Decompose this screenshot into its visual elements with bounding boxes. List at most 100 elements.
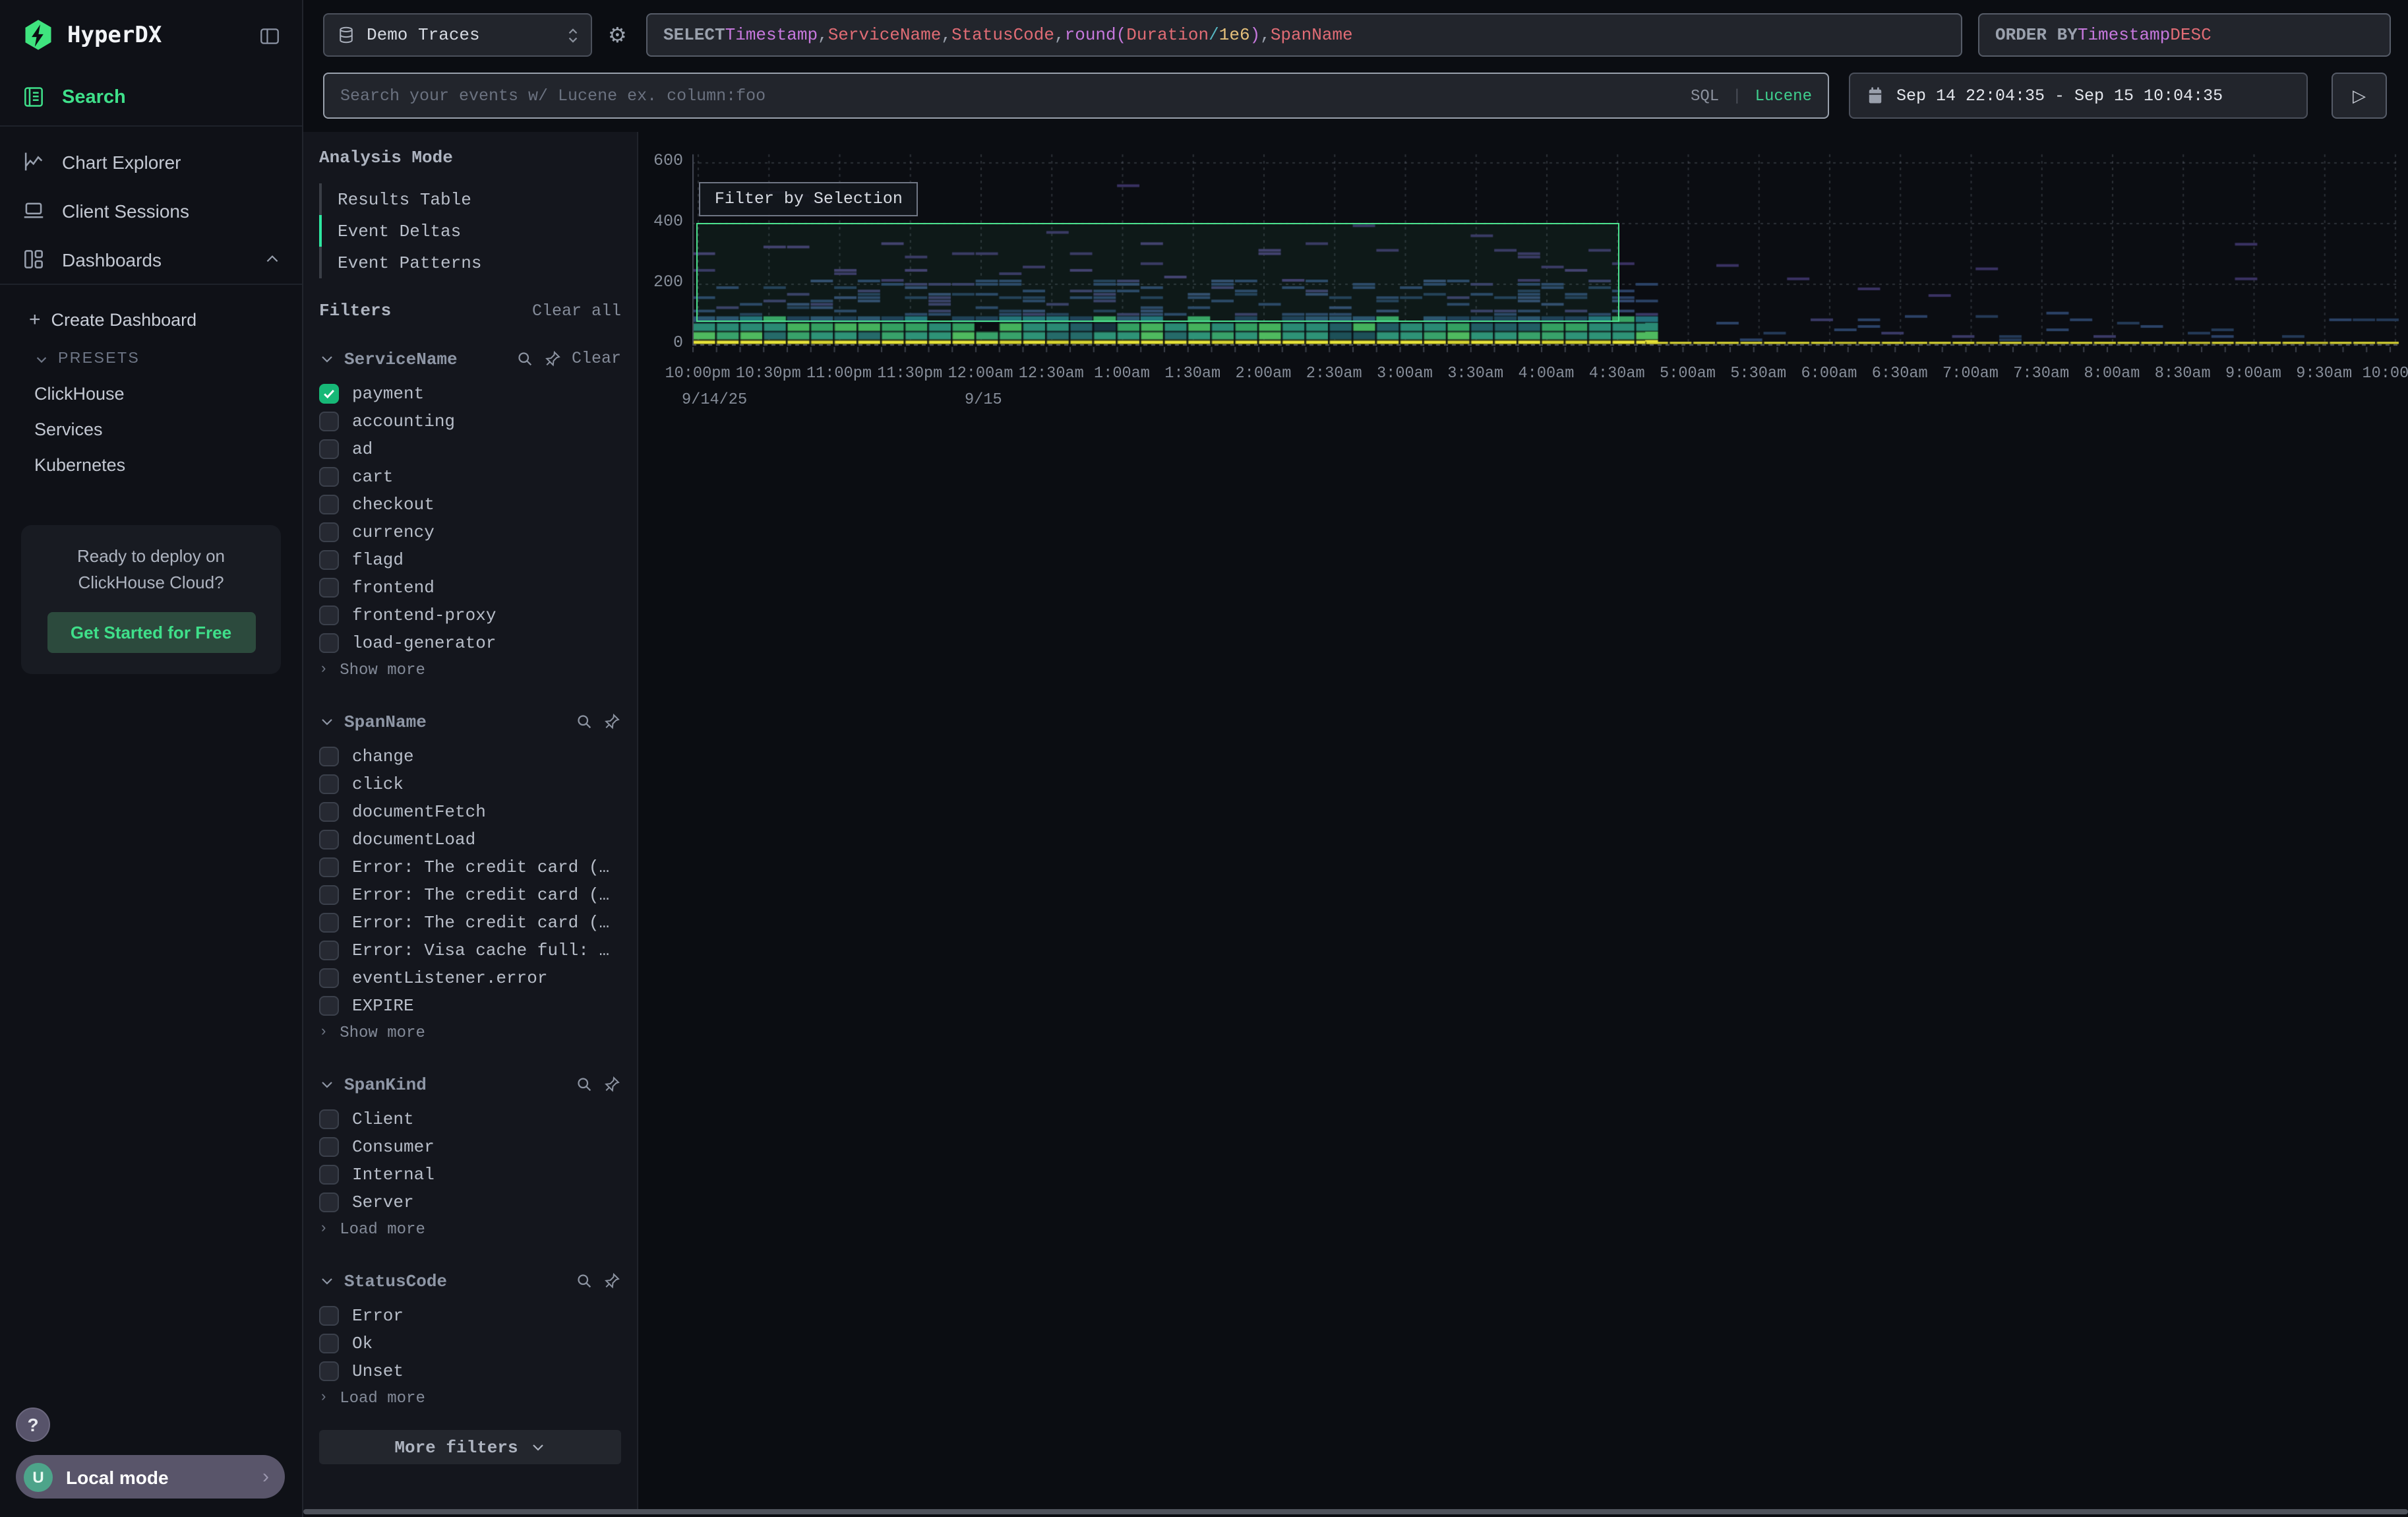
checkbox[interactable] [319,913,339,933]
search-icon[interactable] [575,1075,593,1094]
show-more-button[interactable]: ›Load more [319,1216,621,1243]
sidebar-item-kubernetes[interactable]: Kubernetes [0,447,302,483]
selection-rectangle[interactable] [696,223,1620,322]
sidebar-item-search[interactable]: Search [0,69,302,125]
checkbox[interactable] [319,522,339,542]
checkbox[interactable] [319,439,339,459]
checkbox[interactable] [319,467,339,487]
lang-toggle-lucene[interactable]: Lucene [1755,86,1812,105]
checkbox[interactable] [319,384,339,404]
search-input[interactable]: Search your events w/ Lucene ex. column:… [323,73,1829,119]
checkbox[interactable] [319,774,339,794]
filter-option[interactable]: Unset [319,1357,621,1385]
checkbox[interactable] [319,747,339,766]
more-filters-button[interactable]: More filters [319,1430,621,1464]
filter-option[interactable]: frontend [319,574,621,602]
presets-toggle[interactable]: PRESETS [0,342,302,376]
filter-option[interactable]: Error: The credit card (… [319,881,621,909]
sidebar-collapse-icon[interactable] [258,24,281,47]
filter-option[interactable]: frontend-proxy [319,602,621,629]
chevron-down-icon[interactable] [319,714,335,729]
pin-icon[interactable] [603,1075,621,1094]
clear-button[interactable]: Clear [572,350,621,368]
checkbox[interactable] [319,412,339,431]
filter-option[interactable]: Consumer [319,1133,621,1161]
checkbox[interactable] [319,830,339,850]
mode-event-deltas[interactable]: Event Deltas [319,215,621,247]
mode-event-patterns[interactable]: Event Patterns [319,247,621,278]
chevron-up-icon[interactable] [264,251,281,268]
run-query-button[interactable]: ▷ [2332,73,2387,119]
filter-option[interactable]: eventListener.error [319,964,621,992]
filter-option[interactable]: ad [319,435,621,463]
search-icon[interactable] [575,1272,593,1290]
checkbox[interactable] [319,996,339,1016]
checkbox[interactable] [319,495,339,514]
filter-option[interactable]: Error: The credit card (… [319,853,621,881]
checkbox[interactable] [319,1306,339,1326]
local-mode-button[interactable]: U Local mode › [16,1455,285,1499]
show-more-button[interactable]: ›Show more [319,1020,621,1046]
filter-group-name[interactable]: SpanName [344,712,566,731]
chevron-down-icon[interactable] [319,1273,335,1289]
checkbox[interactable] [319,1361,339,1381]
checkbox[interactable] [319,802,339,822]
checkbox[interactable] [319,578,339,598]
filter-option[interactable]: documentFetch [319,798,621,826]
filter-option[interactable]: cart [319,463,621,491]
chevron-down-icon[interactable] [319,351,335,367]
filter-option[interactable]: click [319,770,621,798]
create-dashboard-button[interactable]: + Create Dashboard [0,298,302,342]
filter-option[interactable]: accounting [319,408,621,435]
filter-option[interactable]: load-generator [319,629,621,657]
filter-option[interactable]: payment [319,380,621,408]
select-query-input[interactable]: SELECT Timestamp, ServiceName, StatusCod… [646,13,1962,57]
checkbox[interactable] [319,1109,339,1129]
filter-group-name[interactable]: StatusCode [344,1271,566,1291]
checkbox[interactable] [319,941,339,960]
lang-toggle-sql[interactable]: SQL [1691,86,1719,105]
checkbox[interactable] [319,633,339,653]
source-select[interactable]: Demo Traces [323,13,592,57]
help-button[interactable]: ? [16,1408,50,1442]
filter-option[interactable]: Internal [319,1161,621,1189]
filter-option[interactable]: Error: The credit card (… [319,909,621,937]
chevron-down-icon[interactable] [319,1076,335,1092]
filter-option[interactable]: EXPIRE [319,992,621,1020]
filter-option[interactable]: Error: Visa cache full: … [319,937,621,964]
checkbox[interactable] [319,550,339,570]
checkbox[interactable] [319,1165,339,1185]
sidebar-item-clickhouse[interactable]: ClickHouse [0,376,302,412]
sidebar-item-dashboards[interactable]: Dashboards [0,235,302,284]
checkbox[interactable] [319,1334,339,1353]
filter-by-selection-tooltip[interactable]: Filter by Selection [699,182,918,216]
mode-results-table[interactable]: Results Table [319,183,621,215]
orderby-input[interactable]: ORDER BY Timestamp DESC [1978,13,2391,57]
search-icon[interactable] [516,350,535,368]
filter-option[interactable]: change [319,743,621,770]
sidebar-item-services[interactable]: Services [0,412,302,447]
date-range-picker[interactable]: Sep 14 22:04:35 - Sep 15 10:04:35 [1849,73,2308,119]
pin-icon[interactable] [544,350,562,368]
checkbox[interactable] [319,1192,339,1212]
sidebar-item-chart-explorer[interactable]: Chart Explorer [0,137,302,186]
show-more-button[interactable]: ›Show more [319,657,621,683]
checkbox[interactable] [319,885,339,905]
checkbox[interactable] [319,968,339,988]
filter-option[interactable]: documentLoad [319,826,621,853]
filter-option[interactable]: Ok [319,1330,621,1357]
filter-option[interactable]: currency [319,518,621,546]
clear-all-button[interactable]: Clear all [532,301,621,320]
get-started-button[interactable]: Get Started for Free [47,613,255,654]
gear-icon[interactable]: ⚙ [608,22,627,47]
filter-group-name[interactable]: SpanKind [344,1074,566,1094]
filter-group-name[interactable]: ServiceName [344,349,507,369]
checkbox[interactable] [319,857,339,877]
search-icon[interactable] [575,712,593,731]
filter-option[interactable]: flagd [319,546,621,574]
filter-option[interactable]: Error [319,1302,621,1330]
checkbox[interactable] [319,1137,339,1157]
pin-icon[interactable] [603,1272,621,1290]
checkbox[interactable] [319,605,339,625]
show-more-button[interactable]: ›Load more [319,1385,621,1411]
